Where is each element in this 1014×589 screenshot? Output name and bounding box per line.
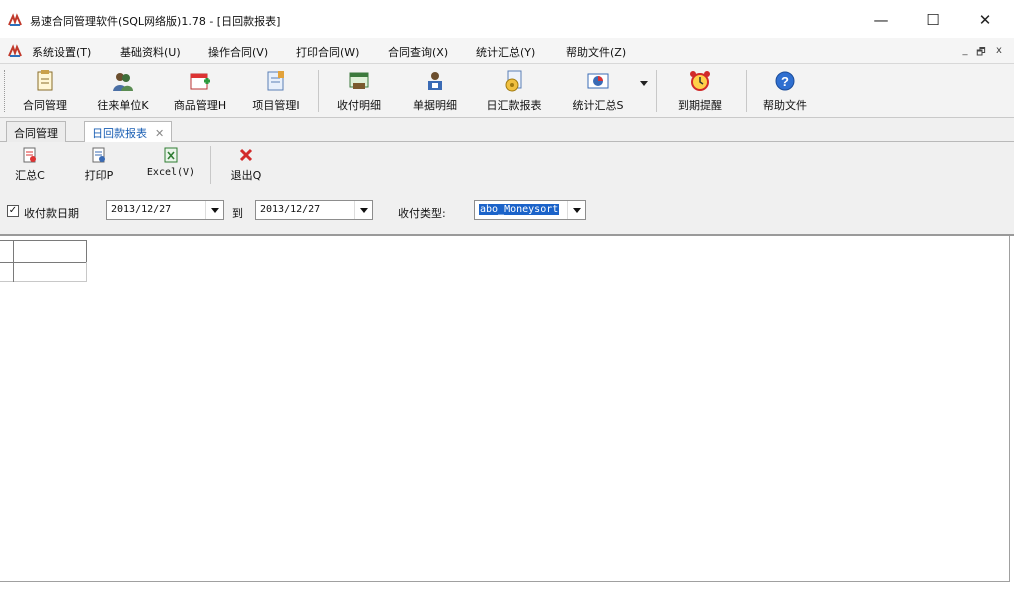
exit-button[interactable]: 退出Q [224, 146, 268, 183]
toolbar-separator [210, 146, 211, 184]
exit-icon [239, 148, 253, 162]
statistics-label: 统计汇总S [572, 99, 624, 112]
excel-export-button[interactable]: Excel(V) [140, 146, 202, 178]
toolbar-separator [318, 70, 319, 112]
mdi-minimize-button[interactable]: _ [960, 45, 970, 56]
excel-icon [164, 147, 178, 163]
payment-detail-button[interactable]: 收付明细 [326, 67, 392, 115]
menu-print-contract[interactable]: 打印合同(W) [296, 44, 359, 60]
date-to-picker[interactable]: 2013/12/27 [255, 200, 373, 220]
excel-export-label: Excel(V) [146, 167, 196, 178]
report-grid[interactable] [0, 236, 1010, 582]
contacts-label: 往来单位K [97, 99, 149, 112]
main-toolbar: 合同管理 往来单位K 商品管理H 项目管理I 收付明细 单据明细 日汇款报表 统… [0, 64, 1014, 118]
payment-type-select[interactable]: abo_Moneysort [474, 200, 586, 220]
help-file-label: 帮助文件 [763, 99, 807, 112]
print-label: 打印P [84, 169, 114, 182]
mdi-close-button[interactable]: x [994, 45, 1004, 56]
menu-help[interactable]: 帮助文件(Z) [566, 44, 626, 60]
contract-management-label: 合同管理 [23, 99, 67, 112]
svg-text:?: ? [781, 74, 789, 89]
alarm-clock-icon [690, 71, 710, 91]
goods-management-label: 商品管理H [173, 99, 227, 112]
statistics-button[interactable]: 统计汇总S [562, 67, 634, 115]
date-to-value: 2013/12/27 [260, 204, 321, 215]
help-file-button[interactable]: ? 帮助文件 [752, 67, 818, 115]
window-title: 易速合同管理软件(SQL网络版)1.78 - [日回款报表] [30, 15, 281, 28]
document-detail-button[interactable]: 单据明细 [402, 67, 468, 115]
payment-type-label: 收付类型: [398, 207, 446, 220]
menu-operate-contract[interactable]: 操作合同(V) [208, 44, 268, 60]
contract-management-button[interactable]: 合同管理 [12, 67, 78, 115]
contract-icon [37, 70, 53, 91]
tab-label: 日回款报表 [92, 127, 147, 140]
document-detail-icon [428, 72, 442, 90]
date-filter-checkbox[interactable]: ✓ [7, 205, 19, 217]
summary-label: 汇总C [15, 169, 45, 182]
report-toolbar: 汇总C 打印P Excel(V) 退出Q [0, 142, 1014, 190]
menu-statistics[interactable]: 统计汇总(Y) [476, 44, 535, 60]
toolbar-separator [746, 70, 747, 112]
grid-row-header[interactable] [0, 240, 14, 282]
statistics-dropdown-arrow[interactable] [640, 81, 648, 86]
date-from-picker[interactable]: 2013/12/27 [106, 200, 224, 220]
daily-report-label: 日汇款报表 [486, 99, 542, 112]
statistics-icon [587, 73, 609, 89]
payment-detail-label: 收付明细 [337, 99, 381, 112]
chevron-down-icon[interactable] [354, 201, 372, 219]
help-icon: ? [775, 71, 795, 91]
document-tabs: 合同管理 日回款报表 ✕ [0, 118, 1014, 143]
goods-icon [190, 73, 210, 90]
chevron-down-icon[interactable] [567, 201, 585, 219]
mdi-app-logo-icon[interactable] [8, 44, 22, 58]
print-icon [92, 147, 105, 163]
close-button[interactable]: ✕ [962, 6, 1008, 34]
payment-type-value: abo_Moneysort [479, 204, 560, 215]
summary-icon [23, 147, 36, 163]
expiry-reminder-button[interactable]: 到期提醒 [664, 67, 736, 115]
project-management-button[interactable]: 项目管理I [240, 67, 312, 115]
tab-daily-payment-report[interactable]: 日回款报表 ✕ [84, 121, 173, 143]
chevron-down-icon[interactable] [205, 201, 223, 219]
filter-bar: ✓ 收付款日期 2013/12/27 到 2013/12/27 收付类型: ab… [0, 190, 1014, 236]
daily-report-icon [505, 70, 522, 92]
toolbar-grip[interactable] [4, 70, 7, 112]
toolbar-separator [656, 70, 657, 112]
project-icon [267, 71, 284, 91]
maximize-button[interactable]: ☐ [910, 6, 956, 34]
payment-detail-icon [349, 72, 369, 89]
menu-bar: 系统设置(T) 基础资料(U) 操作合同(V) 打印合同(W) 合同查询(X) … [0, 38, 1014, 64]
menu-system-settings[interactable]: 系统设置(T) [32, 44, 91, 60]
mdi-restore-button[interactable]: 🗗 [976, 45, 986, 62]
people-icon [113, 73, 133, 91]
title-bar: 易速合同管理软件(SQL网络版)1.78 - [日回款报表] — ☐ ✕ [0, 0, 1014, 38]
tab-contract-management[interactable]: 合同管理 [6, 121, 66, 142]
tab-close-icon[interactable]: ✕ [155, 127, 164, 140]
project-management-label: 项目管理I [252, 99, 300, 112]
app-logo-icon [8, 13, 22, 26]
daily-report-button[interactable]: 日汇款报表 [476, 67, 552, 115]
minimize-button[interactable]: — [858, 6, 904, 34]
document-detail-label: 单据明细 [413, 99, 457, 112]
date-to-label: 到 [232, 207, 243, 220]
expiry-reminder-label: 到期提醒 [678, 99, 722, 112]
date-filter-label: 收付款日期 [24, 207, 79, 220]
menu-contract-query[interactable]: 合同查询(X) [388, 44, 448, 60]
menu-basic-data[interactable]: 基础资料(U) [120, 44, 181, 60]
goods-management-button[interactable]: 商品管理H [164, 67, 236, 115]
exit-label: 退出Q [230, 169, 262, 182]
date-from-value: 2013/12/27 [111, 204, 172, 215]
summary-button[interactable]: 汇总C [10, 146, 50, 183]
contacts-button[interactable]: 往来单位K [86, 67, 160, 115]
grid-row-divider [0, 262, 14, 263]
print-button[interactable]: 打印P [78, 146, 120, 183]
tab-label: 合同管理 [14, 127, 58, 140]
